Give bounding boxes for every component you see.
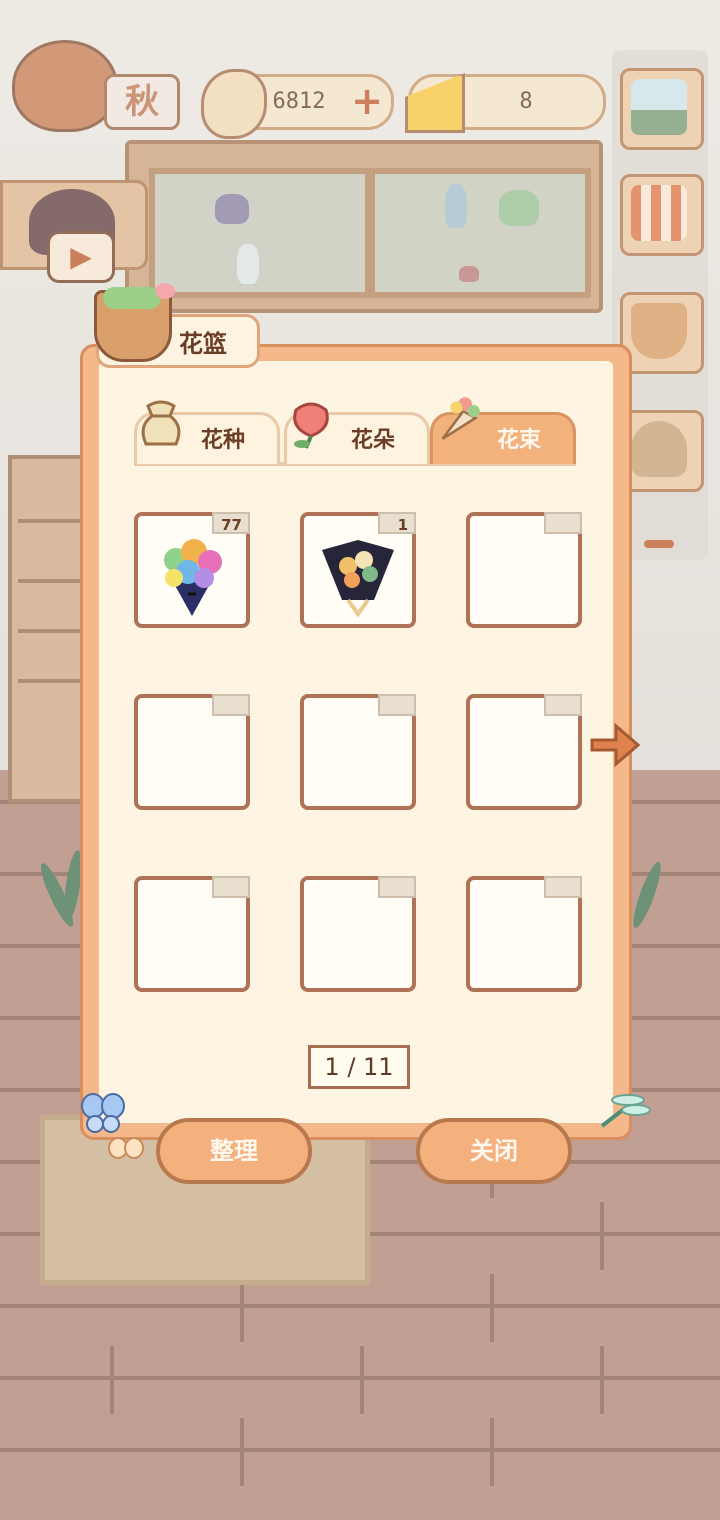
dark-bouquet-icon (322, 540, 394, 618)
page-indicator: 1 / 11 (308, 1045, 410, 1089)
inventory-slot[interactable] (134, 876, 250, 992)
inventory-slot[interactable]: 1 (300, 512, 416, 628)
rose-icon (293, 402, 329, 449)
dialog-title: 花篮 (179, 330, 227, 358)
tab-flowers-label: 花朵 (351, 428, 396, 453)
inventory-slot[interactable]: 77 (134, 512, 250, 628)
next-page-arrow-icon[interactable] (590, 722, 640, 768)
inventory-slot[interactable] (466, 694, 582, 810)
bouquet-icon (441, 397, 480, 440)
rainbow-bouquet-icon (164, 539, 222, 616)
inventory-slot[interactable] (466, 512, 582, 628)
butterfly-icon (81, 1093, 125, 1133)
close-button[interactable]: 关闭 (416, 1118, 572, 1184)
inventory-slot[interactable] (300, 694, 416, 810)
butterfly-small-icon (108, 1137, 144, 1159)
organize-button[interactable]: 整理 (156, 1118, 312, 1184)
tab-bouquets-label: 花束 (497, 428, 542, 453)
flower-basket-icon (94, 283, 175, 362)
tab-seeds-label: 花种 (201, 428, 246, 453)
seed-bag-icon (141, 400, 181, 446)
inventory-slot[interactable] (466, 876, 582, 992)
inventory-slot[interactable] (300, 876, 416, 992)
item-count: 1 (397, 516, 408, 534)
inventory-slot[interactable] (134, 694, 250, 810)
dragonfly-icon (600, 1094, 651, 1128)
